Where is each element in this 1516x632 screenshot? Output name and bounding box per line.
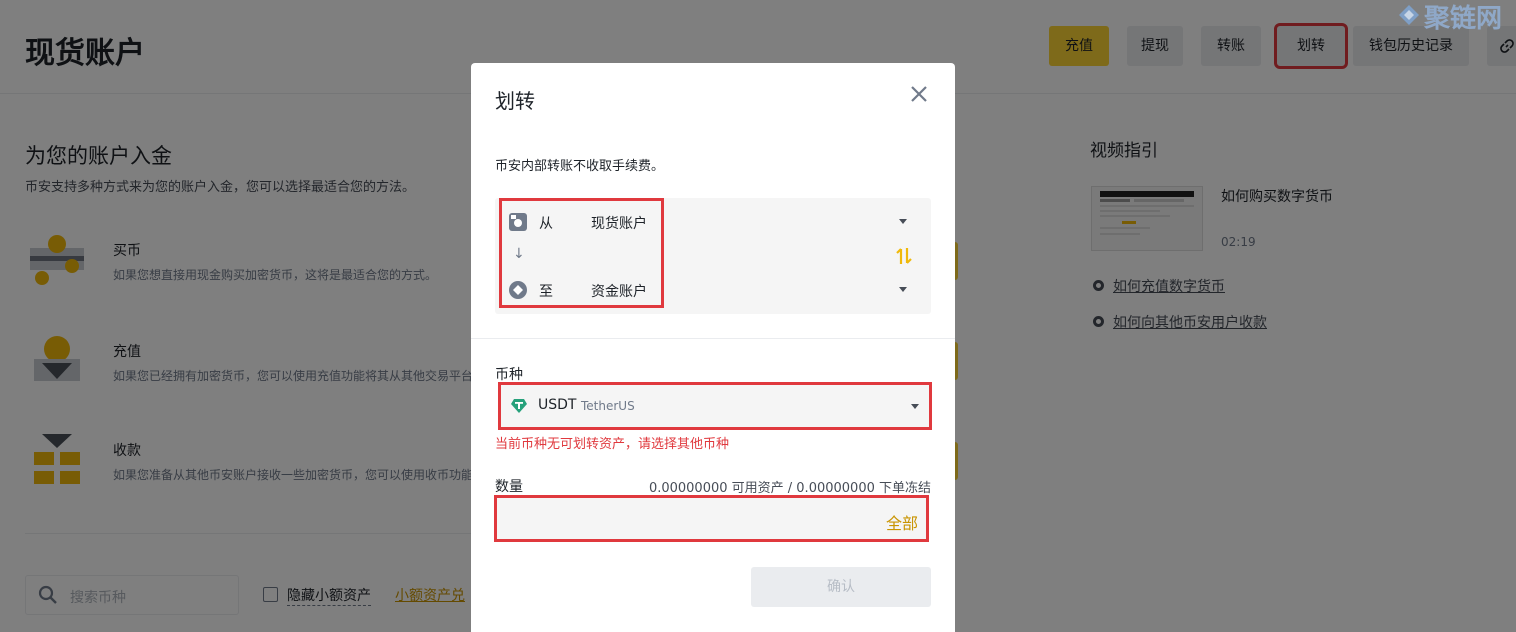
account-highlight-frame (499, 198, 664, 308)
watermark-text: 聚链网 (1424, 4, 1503, 34)
coin-label: 币种 (495, 367, 523, 383)
tether-icon (511, 399, 527, 413)
modal-divider (471, 338, 955, 339)
coin-error-message: 当前币种无可划转资产，请选择其他币种 (495, 437, 730, 452)
from-dropdown-caret-icon[interactable] (899, 219, 907, 224)
coin-dropdown-caret-icon (911, 404, 919, 409)
modal-title: 划转 (495, 89, 535, 113)
coin-symbol: USDT (538, 397, 577, 413)
quantity-field[interactable]: 全部 (494, 495, 929, 542)
coin-select[interactable]: USDT TetherUS (498, 382, 932, 430)
quantity-available-info: 0.00000000 可用资产 / 0.00000000 下单冻结 (648, 481, 931, 496)
coin-name: TetherUS (581, 399, 635, 413)
close-icon[interactable] (908, 83, 930, 105)
to-dropdown-caret-icon[interactable] (899, 287, 907, 292)
confirm-button[interactable]: 确认 (751, 567, 931, 607)
fee-note: 币安内部转账不收取手续费。 (495, 159, 665, 174)
quantity-label: 数量 (495, 479, 523, 495)
max-all-button[interactable]: 全部 (886, 510, 918, 534)
swap-icon[interactable] (895, 246, 913, 266)
quantity-input[interactable] (503, 504, 863, 534)
watermark-logo-icon (1399, 5, 1419, 25)
transfer-modal: 划转 币安内部转账不收取手续费。 从 现货账户 ↓ 至 资金账户 币种 USDT… (471, 63, 955, 632)
